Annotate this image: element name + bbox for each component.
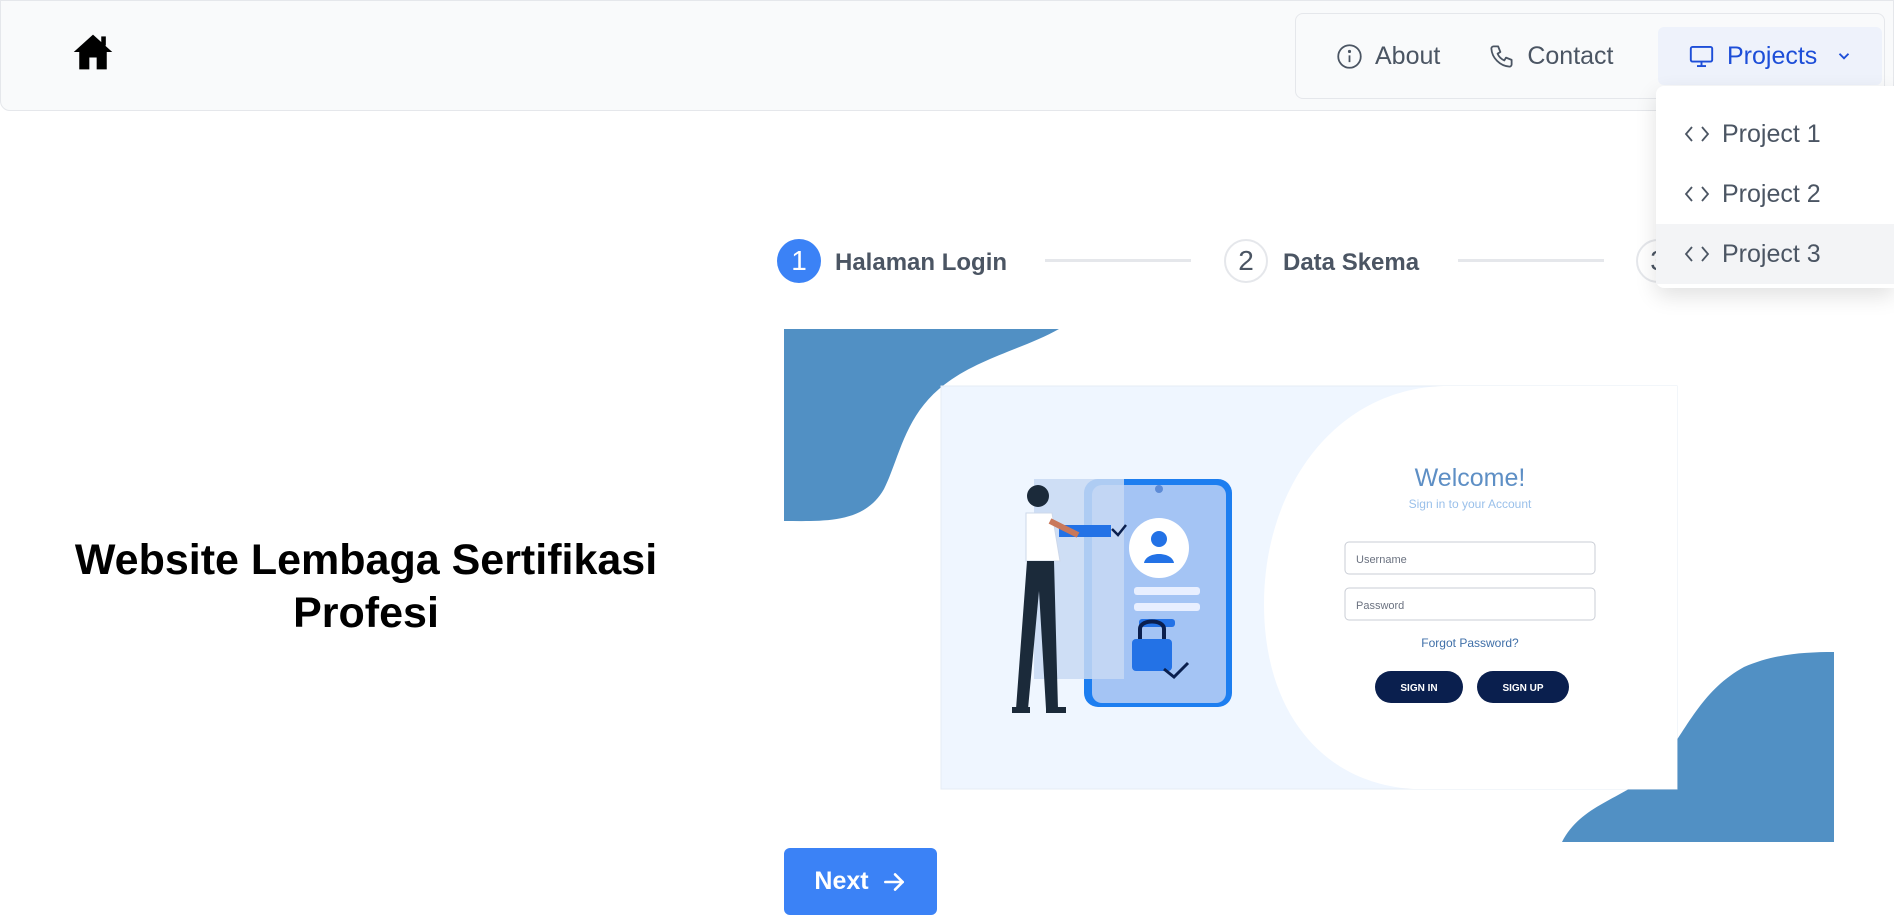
dropdown-item-label: Project 3 xyxy=(1722,239,1821,268)
monitor-icon xyxy=(1689,45,1714,67)
page-title: Website Lembaga Sertifikasi Profesi xyxy=(74,536,658,637)
step-connector xyxy=(1458,259,1604,262)
home-icon xyxy=(73,34,113,70)
projects-dropdown-menu: Project 1 Project 2 Project 3 xyxy=(1656,86,1894,288)
home-button[interactable] xyxy=(67,27,119,77)
illus-username-placeholder: Username xyxy=(1356,554,1407,566)
dropdown-item-project-3[interactable]: Project 3 xyxy=(1656,224,1894,284)
login-illustration: Welcome! Sign in to your Account Usernam… xyxy=(784,329,1834,842)
next-button-label: Next xyxy=(814,867,869,895)
arrow-right-icon xyxy=(883,872,904,891)
step-2-label: Data Skema xyxy=(1283,249,1420,276)
nav-projects-label: Projects xyxy=(1727,41,1818,70)
illus-subtitle-text: Sign in to your Account xyxy=(1409,497,1532,511)
illus-password-placeholder: Password xyxy=(1356,600,1404,612)
nav-about-label: About xyxy=(1375,41,1441,70)
step-1-indicator[interactable]: 1 xyxy=(777,239,821,283)
illus-forgot-text: Forgot Password? xyxy=(1421,636,1519,650)
step-1-label: Halaman Login xyxy=(835,249,1008,276)
step-number: 2 xyxy=(1238,245,1254,276)
info-icon xyxy=(1337,43,1362,69)
code-icon xyxy=(1684,246,1710,262)
dropdown-item-label: Project 1 xyxy=(1722,119,1821,148)
dropdown-item-project-1[interactable]: Project 1 xyxy=(1656,104,1894,164)
step-connector xyxy=(1045,259,1191,262)
nav-projects-dropdown[interactable]: Projects xyxy=(1658,27,1882,85)
phone-icon xyxy=(1490,44,1513,68)
top-navbar: About Contact Projects xyxy=(0,0,1894,111)
dropdown-item-label: Project 2 xyxy=(1722,179,1821,208)
step-number: 1 xyxy=(791,245,807,276)
illus-sign-in-text: SIGN IN xyxy=(1400,683,1437,694)
step-2-indicator[interactable]: 2 xyxy=(1224,239,1268,283)
nav-contact-label: Contact xyxy=(1527,41,1614,70)
chevron-down-icon xyxy=(1839,53,1850,60)
illus-welcome-text: Welcome! xyxy=(1415,464,1526,492)
code-icon xyxy=(1684,186,1710,202)
illus-sign-up-text: SIGN UP xyxy=(1502,683,1543,694)
dropdown-item-project-2[interactable]: Project 2 xyxy=(1656,164,1894,224)
nav-about-link[interactable]: About xyxy=(1336,42,1440,71)
next-button[interactable]: Next xyxy=(784,848,937,915)
code-icon xyxy=(1684,126,1710,142)
nav-contact-link[interactable]: Contact xyxy=(1488,41,1614,71)
